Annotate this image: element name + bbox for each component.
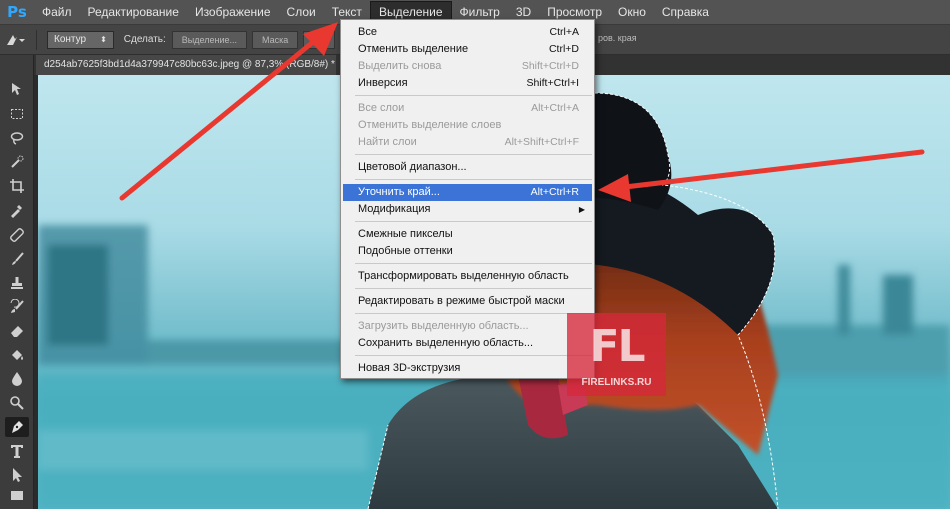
options-divider <box>36 29 37 50</box>
menu-item-label: Смежные пикселы <box>358 228 453 240</box>
menu-item-shortcut: Ctrl+A <box>549 26 579 38</box>
watermark-site-text: FIRELINKS.RU <box>581 377 652 388</box>
menu-item-label: Трансформировать выделенную область <box>358 270 569 282</box>
path-mode-value: Контур <box>54 34 87 45</box>
pen-tool-preset-icon[interactable] <box>0 25 30 55</box>
menu-edit[interactable]: Редактирование <box>80 0 187 25</box>
menu-separator <box>355 355 592 356</box>
lasso-tool-icon[interactable] <box>5 128 29 148</box>
submenu-arrow-icon: ▶ <box>578 205 585 214</box>
chevron-down-icon: ⬍ <box>100 35 107 44</box>
menu-item-label: Редактировать в режиме быстрой маски <box>358 295 565 307</box>
make-mask-button[interactable]: Маска <box>252 30 299 49</box>
menu-item-label: Цветовой диапазон... <box>358 161 467 173</box>
menu-separator <box>355 154 592 155</box>
marquee-tool-icon[interactable] <box>5 104 29 124</box>
move-tool-icon[interactable] <box>5 79 29 99</box>
make-selection-button[interactable]: Выделение... <box>171 30 247 49</box>
clone-stamp-tool-icon[interactable] <box>5 273 29 293</box>
menu-item-load-selection[interactable]: Загрузить выделенную область... <box>343 318 592 335</box>
menu-file[interactable]: Файл <box>34 0 80 25</box>
menu-separator <box>355 95 592 96</box>
menu-item-quick-mask[interactable]: Редактировать в режиме быстрой маски <box>343 293 592 310</box>
menu-item-label: Отменить выделение <box>358 43 469 55</box>
make-shape-button[interactable]: Фи <box>303 30 336 49</box>
eraser-tool-icon[interactable] <box>5 321 29 341</box>
menu-item-refine-edge[interactable]: Уточнить край... Alt+Ctrl+R <box>343 184 592 201</box>
menu-item-shortcut: Shift+Ctrl+I <box>526 77 579 89</box>
align-edges-label: ров. края <box>598 33 637 43</box>
firelinks-watermark: FL FIRELINKS.RU <box>567 313 666 396</box>
path-selection-tool-icon[interactable] <box>5 465 29 485</box>
menu-item-label: Выделить снова <box>358 60 442 72</box>
menu-item-shortcut: Alt+Shift+Ctrl+F <box>504 136 579 148</box>
menu-image[interactable]: Изображение <box>187 0 279 25</box>
rectangle-tool-icon[interactable] <box>5 485 29 505</box>
menu-item-label: Все <box>358 26 377 38</box>
menu-item-save-selection[interactable]: Сохранить выделенную область... <box>343 335 592 352</box>
menu-item-label: Подобные оттенки <box>358 245 453 257</box>
type-tool-icon[interactable] <box>5 441 29 461</box>
healing-brush-tool-icon[interactable] <box>5 225 29 245</box>
menu-item-find-layers[interactable]: Найти слои Alt+Shift+Ctrl+F <box>343 134 592 151</box>
menu-item-modify[interactable]: Модификация ▶ <box>343 201 592 218</box>
photoshop-logo: Ps <box>7 3 27 21</box>
menu-item-reselect[interactable]: Выделить снова Shift+Ctrl+D <box>343 58 592 75</box>
menu-separator <box>355 263 592 264</box>
menu-item-deselect-layers[interactable]: Отменить выделение слоев <box>343 117 592 134</box>
menu-item-shortcut: Shift+Ctrl+D <box>521 60 579 72</box>
menu-item-label: Модификация <box>358 203 431 215</box>
menu-separator <box>355 313 592 314</box>
menu-item-deselect[interactable]: Отменить выделение Ctrl+D <box>343 41 592 58</box>
menu-separator <box>355 288 592 289</box>
watermark-logo-text: FL <box>589 321 645 372</box>
menu-item-all[interactable]: Все Ctrl+A <box>343 24 592 41</box>
menu-item-label: Инверсия <box>358 77 408 89</box>
menu-separator <box>355 221 592 222</box>
menu-item-label: Сохранить выделенную область... <box>358 337 534 349</box>
pen-tool-icon[interactable] <box>5 417 29 437</box>
blur-tool-icon[interactable] <box>5 369 29 389</box>
menu-item-grow[interactable]: Смежные пикселы <box>343 226 592 243</box>
menu-layers[interactable]: Слои <box>279 0 324 25</box>
menu-item-label: Уточнить край... <box>358 186 440 198</box>
paint-bucket-tool-icon[interactable] <box>5 345 29 365</box>
menu-item-label: Отменить выделение слоев <box>358 119 502 131</box>
quick-selection-tool-icon[interactable] <box>5 152 29 172</box>
make-label: Сделать: <box>123 34 166 45</box>
menu-item-color-range[interactable]: Цветовой диапазон... <box>343 159 592 176</box>
menu-item-shortcut: Ctrl+D <box>548 43 579 55</box>
path-mode-select[interactable]: Контур ⬍ <box>47 30 114 49</box>
menu-item-label: Новая 3D-экструзия <box>358 362 461 374</box>
menu-item-new-3d-extrusion[interactable]: Новая 3D-экструзия <box>343 360 592 377</box>
history-brush-tool-icon[interactable] <box>5 297 29 317</box>
tools-panel <box>0 55 34 509</box>
menu-window[interactable]: Окно <box>610 0 654 25</box>
dodge-tool-icon[interactable] <box>5 393 29 413</box>
menu-item-transform-selection[interactable]: Трансформировать выделенную область <box>343 268 592 285</box>
select-menu-dropdown: Все Ctrl+A Отменить выделение Ctrl+D Выд… <box>340 19 595 379</box>
menu-help[interactable]: Справка <box>654 0 717 25</box>
menu-item-all-layers[interactable]: Все слои Alt+Ctrl+A <box>343 100 592 117</box>
menu-item-label: Загрузить выделенную область... <box>358 320 529 332</box>
menu-item-shortcut: Alt+Ctrl+A <box>531 102 579 114</box>
menu-item-label: Все слои <box>358 102 405 114</box>
eyedropper-tool-icon[interactable] <box>5 200 29 220</box>
brush-tool-icon[interactable] <box>5 249 29 269</box>
menu-separator <box>355 179 592 180</box>
menu-item-similar[interactable]: Подобные оттенки <box>343 243 592 260</box>
menu-item-label: Найти слои <box>358 136 417 148</box>
crop-tool-icon[interactable] <box>5 176 29 196</box>
document-tab[interactable]: d254ab7625f3bd1d4a379947c80bc63c.jpeg @ … <box>36 55 336 75</box>
menu-item-inverse[interactable]: Инверсия Shift+Ctrl+I <box>343 75 592 92</box>
menu-item-shortcut: Alt+Ctrl+R <box>530 186 579 198</box>
